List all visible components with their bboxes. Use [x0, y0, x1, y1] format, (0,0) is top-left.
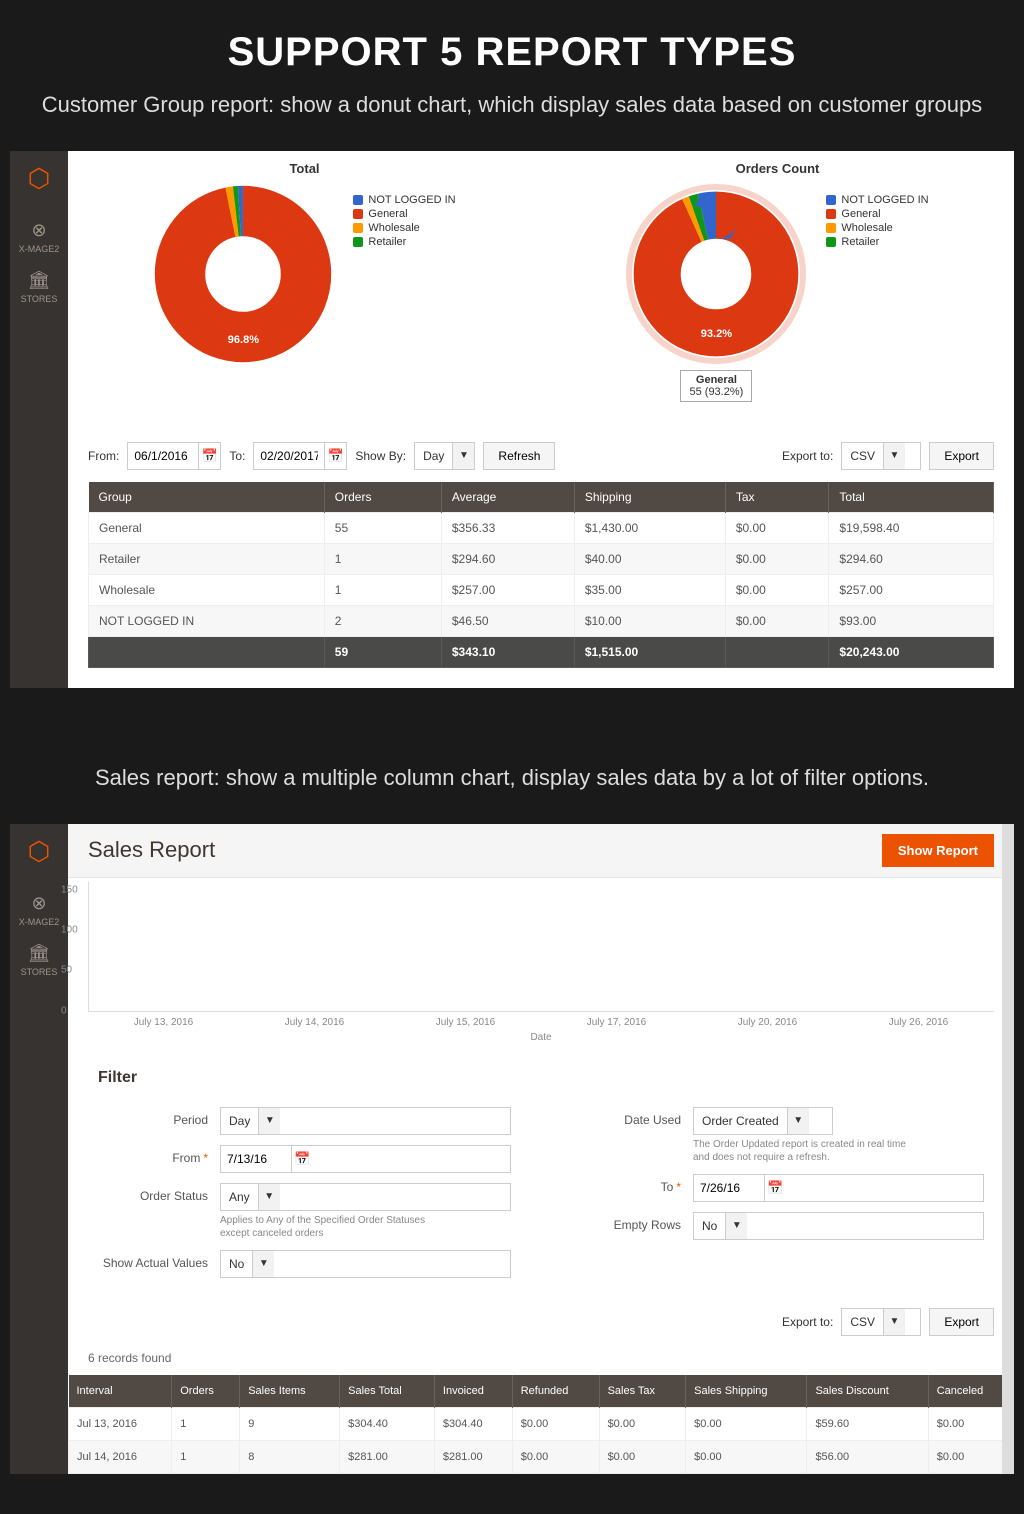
- calendar-icon[interactable]: 📅: [291, 1146, 313, 1172]
- admin-sidebar: ⬡ ⊗X-MAGE2 🏛STORES: [10, 824, 68, 1474]
- chevron-down-icon: ▼: [258, 1108, 280, 1134]
- column-header[interactable]: Refunded: [512, 1375, 599, 1408]
- chevron-down-icon: ▼: [725, 1213, 747, 1239]
- legend-item[interactable]: General: [353, 208, 455, 220]
- legend-item[interactable]: NOT LOGGED IN: [826, 194, 928, 206]
- group-report-table: GroupOrdersAverageShippingTaxTotal Gener…: [88, 482, 994, 668]
- sidebar-item-xmage2[interactable]: ⊗X-MAGE2: [10, 220, 68, 254]
- legend-item[interactable]: Wholesale: [353, 222, 455, 234]
- table-row: Retailer1$294.60$40.00$0.00$294.60: [89, 543, 994, 574]
- app-sales-report: ⬡ ⊗X-MAGE2 🏛STORES Sales Report Show Rep…: [10, 824, 1014, 1474]
- legend-item[interactable]: NOT LOGGED IN: [353, 194, 455, 206]
- column-header[interactable]: Sales Tax: [599, 1375, 686, 1408]
- sales-report-table: IntervalOrdersSales ItemsSales TotalInvo…: [68, 1375, 1014, 1474]
- showby-select[interactable]: Day▼: [414, 442, 475, 470]
- from-date-input[interactable]: 📅: [220, 1145, 511, 1173]
- scrollbar[interactable]: [1002, 824, 1014, 1474]
- chevron-down-icon: ▼: [787, 1108, 809, 1134]
- column-header[interactable]: Orders: [324, 482, 441, 513]
- to-date-input[interactable]: 📅: [253, 442, 347, 470]
- column-header[interactable]: Sales Total: [340, 1375, 435, 1408]
- to-date-input[interactable]: 📅: [693, 1174, 984, 1202]
- export-format-select[interactable]: CSV▼: [841, 442, 921, 470]
- calendar-icon[interactable]: 📅: [198, 443, 220, 469]
- column-header[interactable]: Interval: [69, 1375, 172, 1408]
- column-header[interactable]: Group: [89, 482, 325, 513]
- xmage-icon: ⊗: [10, 893, 68, 914]
- chevron-down-icon: ▼: [883, 443, 905, 469]
- chart-tooltip: General55 (93.2%): [680, 370, 752, 402]
- sidebar-item-stores[interactable]: 🏛STORES: [10, 270, 68, 304]
- column-header[interactable]: Sales Discount: [807, 1375, 928, 1408]
- xmage-icon: ⊗: [10, 220, 68, 241]
- chevron-down-icon: ▼: [452, 443, 474, 469]
- column-header[interactable]: Orders: [172, 1375, 240, 1408]
- sidebar-item-stores[interactable]: 🏛STORES: [10, 943, 68, 977]
- records-found: 6 records found: [68, 1346, 1014, 1375]
- legend-item[interactable]: Wholesale: [826, 222, 928, 234]
- table-row: Jul 13, 201619$304.40$304.40$0.00$0.00$0…: [69, 1407, 1014, 1440]
- donut-total: 96.8%: [153, 184, 333, 364]
- date-used-select[interactable]: Order Created▼: [693, 1107, 833, 1135]
- calendar-icon[interactable]: 📅: [324, 443, 346, 469]
- show-report-button[interactable]: Show Report: [882, 834, 994, 867]
- donut-orders: 93.2%: [626, 184, 806, 364]
- column-header[interactable]: Invoiced: [434, 1375, 512, 1408]
- table-row: Jul 14, 201618$281.00$281.00$0.00$0.00$0…: [69, 1440, 1014, 1473]
- sales-bar-chart: 050100150 July 13, 2016July 14, 2016July…: [68, 878, 1014, 1049]
- from-date-input[interactable]: 📅: [127, 442, 221, 470]
- column-header[interactable]: Average: [441, 482, 574, 513]
- chart-total: Total 96.8% NOT LOGGED INGeneralWholesal…: [88, 161, 521, 402]
- chevron-down-icon: ▼: [258, 1184, 280, 1210]
- page-title: SUPPORT 5 REPORT TYPES: [20, 30, 1004, 75]
- sidebar-item-xmage2[interactable]: ⊗X-MAGE2: [10, 893, 68, 927]
- table-row: Wholesale1$257.00$35.00$0.00$257.00: [89, 574, 994, 605]
- page-title: Sales Report: [88, 837, 215, 863]
- table-row: General55$356.33$1,430.00$0.00$19,598.40: [89, 512, 994, 543]
- column-header[interactable]: Sales Items: [240, 1375, 340, 1408]
- column-header[interactable]: Sales Shipping: [686, 1375, 807, 1408]
- filter-heading: Filter: [98, 1069, 984, 1087]
- column-header[interactable]: Canceled: [928, 1375, 1013, 1408]
- chevron-down-icon: ▼: [883, 1309, 905, 1335]
- filter-bar: From: 📅 To: 📅 Show By: Day▼ Refresh Expo…: [88, 442, 994, 470]
- chart-orders-count: Orders Count 93.2% General55 (: [561, 161, 994, 402]
- column-header[interactable]: Tax: [725, 482, 829, 513]
- period-select[interactable]: Day▼: [220, 1107, 511, 1135]
- legend-item[interactable]: General: [826, 208, 928, 220]
- show-actual-select[interactable]: No▼: [220, 1250, 511, 1278]
- refresh-button[interactable]: Refresh: [483, 442, 555, 470]
- app-customer-group-report: ⬡ ⊗X-MAGE2 🏛STORES Total 96.8%: [10, 151, 1014, 688]
- calendar-icon[interactable]: 📅: [764, 1175, 786, 1201]
- order-status-select[interactable]: Any▼: [220, 1183, 511, 1211]
- stores-icon: 🏛: [10, 943, 68, 964]
- export-button[interactable]: Export: [929, 442, 994, 470]
- magento-logo-icon[interactable]: ⬡: [28, 836, 51, 867]
- column-header[interactable]: Shipping: [574, 482, 725, 513]
- empty-rows-select[interactable]: No▼: [693, 1212, 984, 1240]
- legend-item[interactable]: Retailer: [826, 236, 928, 248]
- legend-item[interactable]: Retailer: [353, 236, 455, 248]
- section2-subtitle: Sales report: show a multiple column cha…: [20, 763, 1004, 794]
- export-format-select[interactable]: CSV▼: [841, 1308, 921, 1336]
- admin-sidebar: ⬡ ⊗X-MAGE2 🏛STORES: [10, 151, 68, 688]
- column-header[interactable]: Total: [829, 482, 994, 513]
- magento-logo-icon[interactable]: ⬡: [28, 163, 51, 194]
- export-button[interactable]: Export: [929, 1308, 994, 1336]
- chevron-down-icon: ▼: [252, 1251, 274, 1277]
- page-subtitle: Customer Group report: show a donut char…: [20, 90, 1004, 121]
- table-footer: 59$343.10$1,515.00$20,243.00: [89, 636, 994, 667]
- stores-icon: 🏛: [10, 270, 68, 291]
- table-row: NOT LOGGED IN2$46.50$10.00$0.00$93.00: [89, 605, 994, 636]
